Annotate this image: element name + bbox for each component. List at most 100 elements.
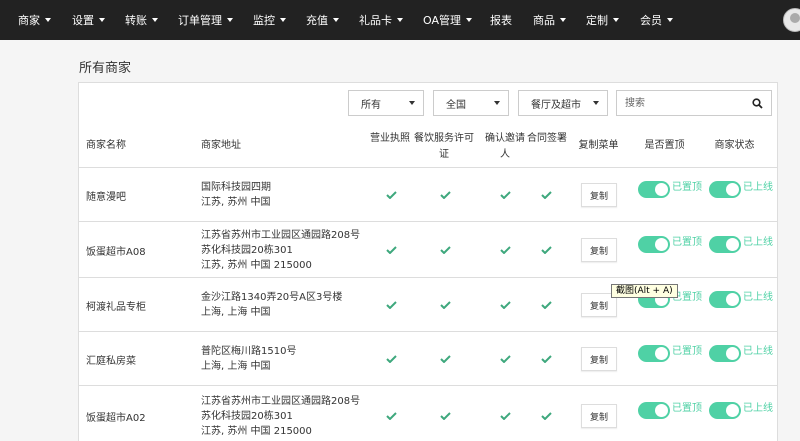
pinned-label: 已置顶 (672, 403, 702, 414)
check-icon (440, 412, 451, 420)
nav-label: 充值 (306, 14, 328, 27)
copy-menu-button[interactable]: 复制 (581, 183, 617, 207)
merchant-name: 饭蛋超市A08 (86, 247, 146, 258)
chevron-down-icon (333, 18, 339, 22)
pinned-label: 已置顶 (672, 237, 702, 248)
status-select[interactable]: 所有 (348, 90, 424, 116)
merchant-address: 江苏省苏州市工业园区通园路208号 苏化科技园20栋301 江苏, 苏州 中国 21… (201, 228, 360, 273)
address-line: 上海, 上海 中国 (201, 307, 271, 318)
nav-item-reports[interactable]: 报表 (490, 0, 512, 40)
nav-item-members[interactable]: 会员 (640, 0, 673, 40)
check-icon (541, 412, 552, 420)
nav-item-orders[interactable]: 订单管理 (178, 0, 233, 40)
table-row: 饭蛋超市A08 江苏省苏州市工业园区通园路208号 苏化科技园20栋301 江苏, 苏… (79, 221, 777, 277)
copy-menu-button[interactable]: 复制 (581, 238, 617, 262)
chevron-down-icon (466, 18, 472, 22)
nav-label: 定制 (586, 14, 608, 27)
nav-item-recharge[interactable]: 充值 (306, 0, 339, 40)
region-select[interactable]: 全国 (433, 90, 509, 116)
check-icon (500, 301, 511, 309)
nav-label: 商家 (18, 14, 40, 27)
address-line: 上海, 上海 中国 (201, 361, 271, 372)
check-icon (500, 412, 511, 420)
screenshot-tooltip: 截图(Alt + A) (611, 284, 678, 298)
check-icon (541, 246, 552, 254)
merchant-address: 江苏省苏州市工业园区通园路208号 苏化科技园20栋301 江苏, 苏州 中国 21… (201, 394, 360, 439)
header-name: 商家名称 (86, 140, 126, 151)
copy-menu-button[interactable]: 复制 (581, 404, 617, 428)
check-icon (386, 246, 397, 254)
chevron-down-icon (397, 18, 403, 22)
address-line: 苏化科技园20栋301 (201, 410, 293, 422)
pinned-label: 已置顶 (672, 346, 702, 357)
chevron-down-icon (99, 18, 105, 22)
table-row: 饭蛋超市A02 江苏省苏州市工业园区通园路208号 苏化科技园20栋301 江苏, 苏… (79, 385, 777, 441)
nav-label: 商品 (533, 14, 555, 27)
nav-item-products[interactable]: 商品 (533, 0, 566, 40)
page-title: 所有商家 (79, 61, 132, 76)
header-status: 商家状态 (714, 140, 755, 151)
header-license: 营业执照 (370, 133, 410, 144)
search-input[interactable] (617, 91, 743, 115)
search-icon (751, 97, 763, 109)
nav-label: 监控 (253, 14, 275, 27)
address-line: 国际科技园四期 (201, 182, 271, 193)
address-line: 金沙江路1340弄20号A区3号楼 (201, 292, 343, 303)
nav-label: 转账 (125, 14, 147, 27)
address-line: 江苏省苏州市工业园区通园路208号 (201, 229, 361, 241)
select-value: 所有 (361, 99, 381, 111)
status-label: 已上线 (743, 237, 773, 248)
user-avatar[interactable] (783, 8, 800, 32)
nav-label: OA管理 (423, 14, 461, 27)
avatar-head-icon (790, 13, 800, 23)
header-invite: 确认邀请人 (485, 133, 525, 160)
merchant-name: 饭蛋超市A02 (86, 413, 146, 424)
header-copy-menu: 复制菜单 (578, 140, 619, 151)
merchant-table-panel: 所有 全国 餐厅及超市 商家名称 商家地址 营业执照 餐饮服务许可证 确认邀请人… (78, 82, 778, 441)
check-icon (541, 301, 552, 309)
chevron-down-icon (593, 101, 599, 105)
nav-label: 会员 (640, 14, 662, 27)
header-contract: 合同签署 (527, 133, 567, 144)
chevron-down-icon (227, 18, 233, 22)
type-select[interactable]: 餐厅及超市 (518, 90, 608, 116)
top-navbar: 商家 设置 转账 订单管理 监控 充值 礼品卡 OA管理 报表 商品 定制 会员 (0, 0, 800, 40)
check-icon (500, 246, 511, 254)
chevron-down-icon (667, 18, 673, 22)
pinned-label: 已置顶 (672, 182, 702, 193)
address-line: 江苏, 苏州 中国 215000 (201, 425, 312, 437)
merchant-address: 金沙江路1340弄20号A区3号楼 上海, 上海 中国 (201, 290, 342, 320)
nav-item-custom[interactable]: 定制 (586, 0, 619, 40)
nav-item-giftcard[interactable]: 礼品卡 (359, 0, 403, 40)
nav-item-monitor[interactable]: 监控 (253, 0, 286, 40)
address-line: 江苏, 苏州 中国 215000 (201, 259, 312, 271)
select-value: 餐厅及超市 (531, 99, 581, 111)
check-icon (541, 191, 552, 199)
select-value: 全国 (446, 99, 466, 111)
nav-item-transfer[interactable]: 转账 (125, 0, 158, 40)
check-icon (440, 191, 451, 199)
address-line: 苏化科技园20栋301 (201, 244, 293, 256)
check-icon (500, 191, 511, 199)
search-box (616, 90, 772, 116)
search-button[interactable] (743, 91, 771, 115)
status-label: 已上线 (743, 403, 773, 414)
chevron-down-icon (280, 18, 286, 22)
merchant-address: 普陀区梅川路1510号 上海, 上海 中国 (201, 344, 296, 374)
merchant-name: 柯渡礼品专柜 (86, 302, 146, 313)
check-icon (386, 355, 397, 363)
nav-item-oa[interactable]: OA管理 (423, 0, 472, 40)
nav-label: 礼品卡 (359, 14, 392, 27)
copy-menu-button[interactable]: 复制 (581, 347, 617, 371)
address-line: 江苏, 苏州 中国 (201, 197, 271, 208)
chevron-down-icon (494, 101, 500, 105)
merchant-name: 随意漫吧 (86, 192, 126, 203)
nav-item-merchant[interactable]: 商家 (18, 0, 51, 40)
chevron-down-icon (409, 101, 415, 105)
nav-item-settings[interactable]: 设置 (72, 0, 105, 40)
check-icon (440, 301, 451, 309)
check-icon (386, 412, 397, 420)
merchant-address: 国际科技园四期 江苏, 苏州 中国 (201, 180, 271, 210)
nav-label: 报表 (490, 14, 512, 27)
status-label: 已上线 (743, 292, 773, 303)
